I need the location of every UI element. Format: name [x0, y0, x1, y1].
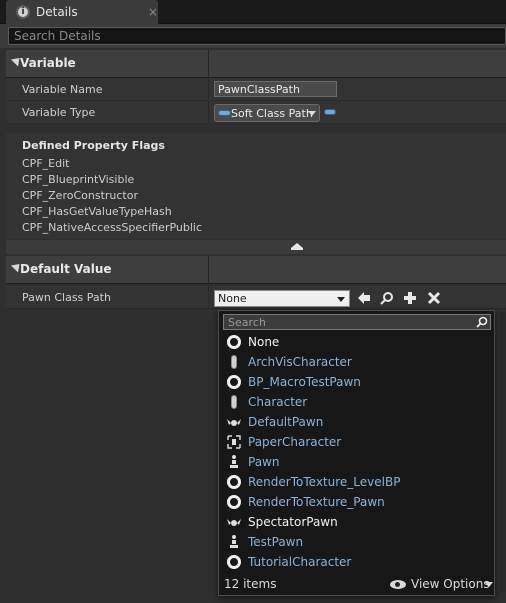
class-item-label: Character: [248, 395, 308, 409]
property-flags-box: Defined Property Flags CPF_Edit CPF_Blue…: [6, 133, 506, 239]
ring-icon: [226, 554, 242, 570]
class-item-none[interactable]: None: [224, 332, 492, 352]
property-flag-item: CPF_BlueprintVisible: [22, 173, 135, 186]
class-item-label: Pawn: [248, 455, 280, 469]
variable-name-label: Variable Name: [22, 83, 103, 96]
property-flag-item: CPF_Edit: [22, 157, 70, 170]
category-default-value[interactable]: Default Value: [6, 256, 506, 284]
property-flag-item: CPF_ZeroConstructor: [22, 189, 138, 202]
item-count: 12 items: [224, 577, 277, 591]
class-picker-search-placeholder: Search: [228, 316, 266, 329]
class-picker-popup: Search None ArchVisCharacter BP_MacroTes…: [218, 310, 495, 596]
ring-icon: [226, 494, 242, 510]
chevron-down-icon: [337, 297, 345, 302]
column-divider: [208, 101, 209, 124]
class-item-archvischaracter[interactable]: ArchVisCharacter: [224, 352, 492, 372]
class-item-label: RenderToTexture_Pawn: [248, 495, 385, 509]
tab-details[interactable]: i Details ×: [6, 0, 158, 24]
class-item-testpawn[interactable]: TestPawn: [224, 532, 492, 552]
class-item-label: RenderToTexture_LevelBP: [248, 475, 401, 489]
default-pawn-icon: [226, 414, 242, 430]
class-item-label: DefaultPawn: [248, 415, 324, 429]
class-item-label: SpectatorPawn: [248, 515, 338, 529]
class-item-label: TutorialCharacter: [248, 555, 352, 569]
panel-scrollbar[interactable]: [500, 312, 506, 592]
variable-name-input[interactable]: PawnClassPath: [214, 81, 337, 97]
class-item-rendertotexture-levelbp[interactable]: RenderToTexture_LevelBP: [224, 472, 492, 492]
ring-icon: [226, 474, 242, 490]
capsule-icon: [226, 354, 242, 370]
details-icon: i: [16, 5, 30, 19]
advanced-collapse-bar[interactable]: [6, 240, 506, 254]
class-item-papercharacter[interactable]: PaperCharacter: [224, 432, 492, 452]
class-item-label: ArchVisCharacter: [248, 355, 352, 369]
class-item-character[interactable]: Character: [224, 392, 492, 412]
class-item-tutorialcharacter[interactable]: TutorialCharacter: [224, 552, 492, 572]
property-flag-item: CPF_HasGetValueTypeHash: [22, 205, 172, 218]
category-variable[interactable]: Variable: [6, 50, 506, 78]
column-divider: [208, 256, 209, 284]
class-picker-search-input[interactable]: Search: [223, 314, 491, 330]
class-item-pawn[interactable]: Pawn: [224, 452, 492, 472]
variable-type-dropdown[interactable]: Soft Class Path: [214, 104, 320, 122]
class-item-bp-macrotestpawn[interactable]: BP_MacroTestPawn: [224, 372, 492, 392]
use-selected-arrow-icon[interactable]: [356, 291, 372, 307]
eye-icon[interactable]: [390, 580, 406, 589]
pawn-icon: [226, 534, 242, 550]
class-item-label: BP_MacroTestPawn: [248, 375, 361, 389]
collapse-up-underline: [291, 248, 303, 250]
search-icon: [476, 316, 488, 328]
add-icon[interactable]: [402, 291, 418, 307]
paper-character-icon: [226, 434, 242, 450]
category-variable-label: Variable: [20, 56, 76, 70]
container-type-toggle[interactable]: [324, 109, 336, 115]
pawn-class-path-value: None: [218, 292, 247, 305]
capsule-icon: [226, 394, 242, 410]
default-pawn-icon: [226, 514, 242, 530]
variable-type-value: Soft Class Path: [231, 107, 313, 120]
search-input[interactable]: Search Details: [8, 27, 506, 45]
pawn-class-path-combo[interactable]: None: [214, 290, 350, 307]
soft-class-pin-icon: [218, 110, 231, 116]
pawn-class-path-label: Pawn Class Path: [22, 291, 111, 304]
close-icon[interactable]: ×: [148, 5, 158, 19]
class-picker-footer: 12 items View Options: [224, 577, 493, 593]
column-divider: [208, 286, 209, 309]
class-item-spectatorpawn[interactable]: SpectatorPawn: [224, 512, 492, 532]
property-flags-title: Defined Property Flags: [22, 139, 165, 152]
tab-title: Details: [36, 5, 78, 19]
ring-icon: [226, 374, 242, 390]
class-item-defaultpawn[interactable]: DefaultPawn: [224, 412, 492, 432]
chevron-down-icon: [308, 111, 316, 116]
category-default-value-label: Default Value: [20, 262, 112, 276]
browse-search-icon[interactable]: [379, 291, 395, 307]
column-divider: [208, 78, 209, 101]
class-item-label: PaperCharacter: [248, 435, 342, 449]
class-item-label: None: [248, 335, 280, 349]
pawn-icon: [226, 454, 242, 470]
tab-bar: i Details ×: [0, 0, 506, 24]
ring-icon: [226, 334, 242, 350]
class-item-rendertotexture-pawn[interactable]: RenderToTexture_Pawn: [224, 492, 492, 512]
search-row: Search Details: [0, 24, 506, 48]
clear-x-icon[interactable]: [426, 291, 442, 307]
property-flag-item: CPF_NativeAccessSpecifierPublic: [22, 221, 203, 234]
class-item-label: TestPawn: [248, 535, 304, 549]
chevron-down-icon[interactable]: [485, 582, 493, 587]
column-divider: [208, 50, 209, 78]
view-options-button[interactable]: View Options: [411, 577, 490, 591]
variable-type-label: Variable Type: [22, 106, 96, 119]
